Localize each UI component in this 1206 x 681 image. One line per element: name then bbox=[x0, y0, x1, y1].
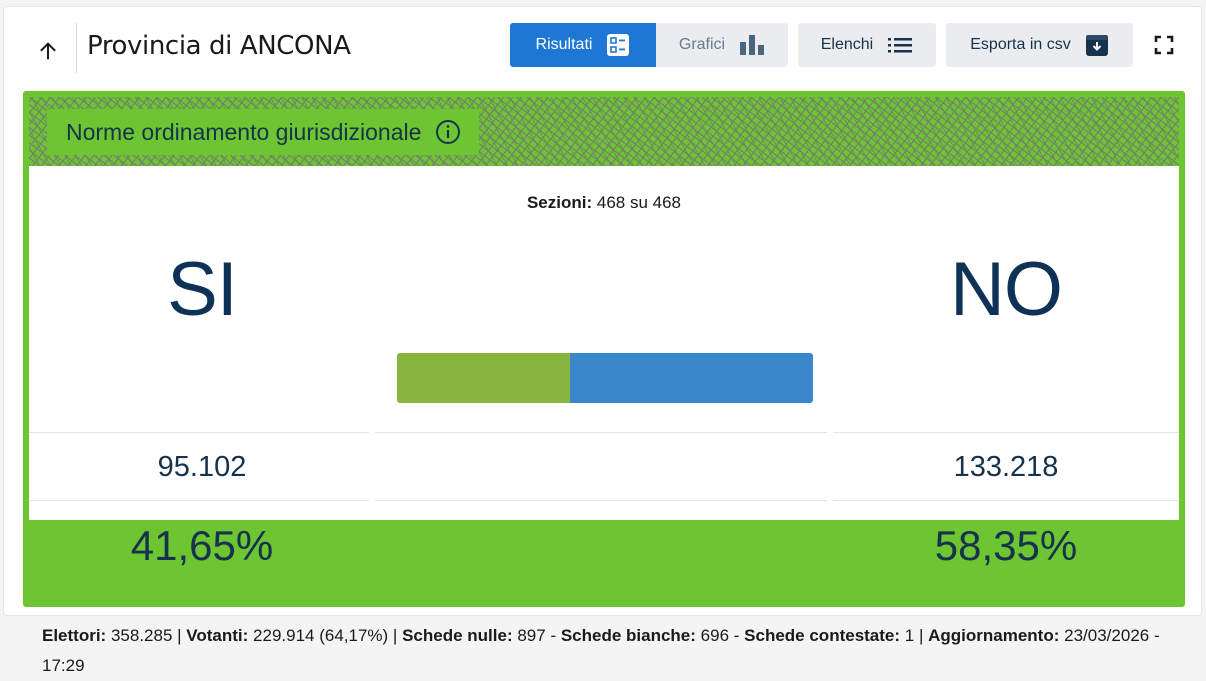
lists-button[interactable]: Elenchi bbox=[798, 23, 936, 67]
arrow-up-icon bbox=[40, 42, 56, 60]
sections-count: Sezioni: 468 su 468 bbox=[29, 193, 1179, 213]
yes-label: SI bbox=[167, 247, 238, 332]
no-votes: 133.218 bbox=[953, 451, 1059, 483]
contested-ballots-value: 1 bbox=[904, 626, 915, 645]
title-divider bbox=[76, 23, 77, 73]
results-card: Provincia di ANCONA Risultati Grafici El… bbox=[3, 6, 1202, 675]
results-tab-button[interactable]: Risultati bbox=[510, 23, 656, 67]
voters-label: Elettori: bbox=[42, 626, 107, 645]
row-divider bbox=[833, 432, 1179, 433]
results-bar bbox=[397, 353, 813, 403]
results-tab-label: Risultati bbox=[535, 36, 593, 53]
update-label: Aggiornamento: bbox=[928, 626, 1060, 645]
turnout-summary: Elettori: 358.285 | Votanti: 229.914 (64… bbox=[42, 626, 1160, 675]
null-ballots-label: Schede nulle: bbox=[402, 626, 513, 645]
contested-ballots-label: Schede contestate: bbox=[744, 626, 901, 645]
referendum-title-box: Norme ordinamento giurisdizionale bbox=[47, 109, 480, 155]
charts-tab-button[interactable]: Grafici bbox=[656, 23, 788, 67]
referendum-panel: Norme ordinamento giurisdizionale Sezion… bbox=[23, 91, 1185, 675]
info-icon[interactable] bbox=[435, 119, 461, 145]
row-divider bbox=[833, 500, 1179, 501]
no-bar-segment bbox=[570, 353, 813, 403]
download-box-icon bbox=[1085, 35, 1108, 56]
row-divider bbox=[375, 432, 827, 433]
back-button[interactable] bbox=[28, 31, 68, 71]
export-csv-button[interactable]: Esporta in csv bbox=[946, 23, 1133, 67]
results-body: Sezioni: 468 su 468 SI NO 95.102 133.218… bbox=[29, 166, 1179, 569]
sections-label: Sezioni: bbox=[526, 193, 593, 212]
list-view-icon bbox=[607, 34, 630, 56]
bar-chart-icon bbox=[740, 35, 765, 55]
turnout-label: Votanti: bbox=[186, 626, 249, 645]
no-percent: 58,35% bbox=[934, 522, 1078, 569]
page-title: Provincia di ANCONA bbox=[87, 31, 351, 61]
charts-tab-label: Grafici bbox=[678, 36, 726, 53]
blank-ballots-label: Schede bianche: bbox=[560, 626, 696, 645]
row-divider bbox=[375, 500, 827, 501]
yes-bar-segment bbox=[397, 353, 571, 403]
referendum-title: Norme ordinamento giurisdizionale bbox=[66, 118, 422, 145]
row-divider bbox=[29, 500, 369, 501]
null-ballots-value: 897 bbox=[517, 626, 546, 645]
export-csv-label: Esporta in csv bbox=[970, 36, 1071, 53]
lists-button-label: Elenchi bbox=[820, 36, 874, 53]
yes-votes: 95.102 bbox=[157, 451, 247, 483]
sections-value: 468 su 468 bbox=[596, 193, 682, 212]
fullscreen-button[interactable] bbox=[1150, 31, 1178, 59]
fullscreen-icon bbox=[1154, 35, 1174, 55]
row-divider bbox=[29, 432, 369, 433]
voters-value: 358.285 bbox=[110, 626, 173, 645]
yes-percent: 41,65% bbox=[130, 522, 274, 569]
no-label: NO bbox=[950, 247, 1063, 332]
turnout-value: 229.914 (64,17%) bbox=[253, 626, 389, 645]
list-icon bbox=[888, 38, 913, 53]
blank-ballots-value: 696 bbox=[700, 626, 730, 645]
